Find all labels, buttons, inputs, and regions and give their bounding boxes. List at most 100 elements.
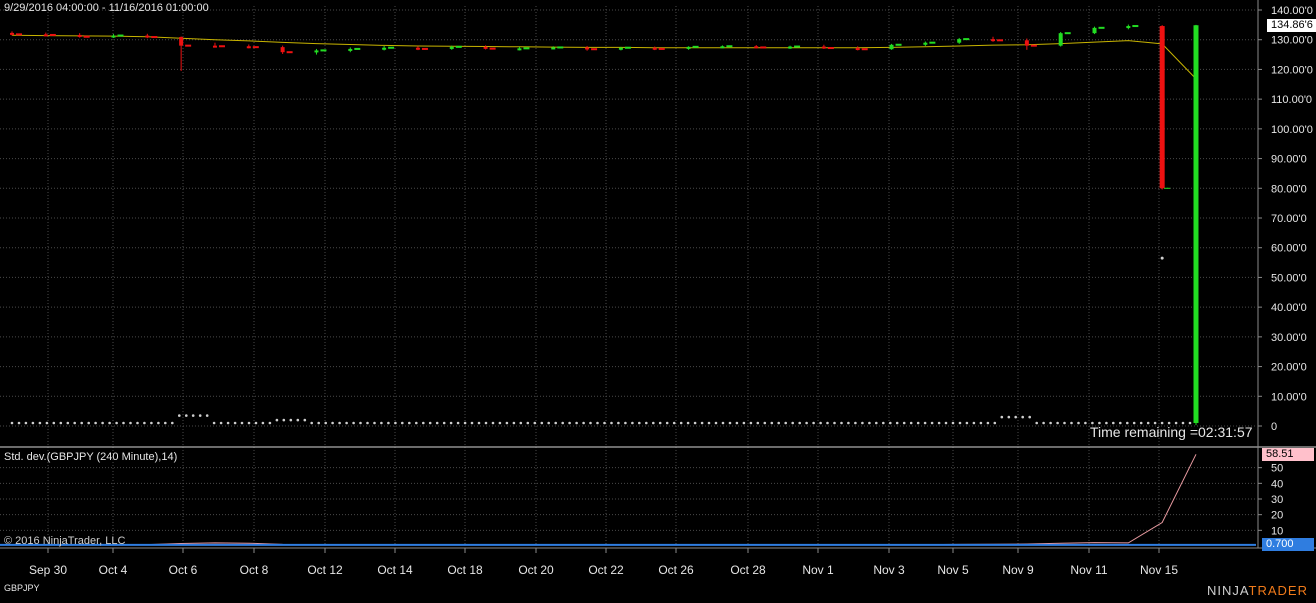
dot-142 <box>1000 415 1004 419</box>
candle-body-12 <box>415 47 420 50</box>
dot-74 <box>526 421 530 425</box>
date-range-label: 9/29/2016 04:00:00 - 11/16/2016 01:00:00 <box>4 2 209 14</box>
candle-body-34 <box>1159 26 1165 189</box>
dot-9 <box>73 421 76 425</box>
dot-97 <box>686 421 690 425</box>
last-price-badge: 134.86'6 <box>1266 18 1316 34</box>
price-panel[interactable] <box>10 24 1199 426</box>
dot-27 <box>198 414 202 417</box>
std-ytick-label-1: 40 <box>1271 478 1283 490</box>
dot-109 <box>770 421 774 425</box>
std-ytick-label-0: 50 <box>1271 463 1283 475</box>
candle-tick-3 <box>117 34 124 37</box>
xtick-label-11: Nov 1 <box>802 563 834 577</box>
dot-113 <box>798 421 801 425</box>
dot-80 <box>568 421 571 425</box>
dot-148 <box>1042 421 1045 425</box>
dot-66 <box>470 421 474 425</box>
candle-27 <box>923 41 936 46</box>
xtick-label-9: Oct 26 <box>658 563 694 577</box>
candle-33 <box>1126 24 1139 30</box>
dot-149 <box>1049 421 1052 425</box>
dot-24 <box>178 414 181 417</box>
candle-body-20 <box>686 46 691 49</box>
candle-tick-27 <box>929 41 936 44</box>
candle-tick-28 <box>963 38 970 41</box>
dot-94 <box>665 421 669 425</box>
candle-1 <box>43 32 56 37</box>
dot-77 <box>547 421 550 425</box>
stddev-last-value: 58.51 <box>1266 448 1294 461</box>
candle-body-27 <box>923 42 928 45</box>
dot-108 <box>763 421 767 425</box>
dot-7 <box>59 421 63 425</box>
dot-37 <box>268 421 272 425</box>
x-axis[interactable]: Sep 30 Oct 4 Oct 6 Oct 8 Oct 12 Oct 14 Oct 18 O… <box>29 548 1178 577</box>
stddev-last-value-badge: 58.51 <box>1262 448 1314 462</box>
candle-tick-29 <box>997 39 1004 42</box>
candle-tick-12 <box>421 47 428 50</box>
candle-tick-17 <box>591 48 598 51</box>
candle-tick-11 <box>388 46 395 49</box>
dot-103 <box>728 421 732 425</box>
candle-tick-10 <box>354 47 361 50</box>
dot-40 <box>289 418 293 422</box>
dot-6 <box>52 421 56 425</box>
dot-147 <box>1035 421 1038 425</box>
candle-tick-4 <box>151 36 158 39</box>
candle-4 <box>145 33 158 39</box>
dot-129 <box>909 421 913 425</box>
dot-22 <box>164 421 167 425</box>
grid-lines <box>0 6 1256 546</box>
chart-window: 140.00'0 130.00'0 120.00'0 110.00'0 100.00'0… <box>0 0 1316 598</box>
last-price-value: 134.86'6 <box>1271 19 1313 32</box>
dot-49 <box>352 421 355 425</box>
dot-128 <box>902 421 906 425</box>
dot-116 <box>819 421 822 425</box>
dot-134 <box>944 421 948 425</box>
dot-58 <box>415 421 418 425</box>
dot-59 <box>422 421 425 425</box>
dot-14 <box>108 421 111 425</box>
dot-79 <box>561 421 564 425</box>
dot-87 <box>617 421 620 425</box>
dot-99 <box>700 421 704 425</box>
candle-0 <box>10 31 22 36</box>
candle-body-8 <box>280 47 285 53</box>
brand-right: TRADER <box>1248 583 1308 598</box>
candle-body-10 <box>348 48 353 51</box>
candle-body-6 <box>212 45 217 48</box>
candle-17 <box>585 45 598 51</box>
candle-tick-20 <box>692 45 699 48</box>
dot-3 <box>31 421 35 425</box>
candle-body-26 <box>889 44 894 50</box>
dot-101 <box>714 421 718 425</box>
dot-48 <box>345 421 348 425</box>
xtick-label-5: Oct 14 <box>377 563 413 577</box>
dot-28 <box>205 414 209 417</box>
candle-11 <box>382 45 395 51</box>
dot-57 <box>408 421 411 425</box>
dot-123 <box>868 421 871 425</box>
dot-63 <box>449 421 453 425</box>
candle-tick-7 <box>252 46 259 49</box>
candle-body-25 <box>855 48 860 51</box>
xtick-label-3: Oct 8 <box>240 563 269 577</box>
candle-25 <box>855 46 868 51</box>
dot-0 <box>10 421 14 425</box>
candle-tick-8 <box>286 51 293 54</box>
dot-127 <box>895 421 899 425</box>
candle-tick-24 <box>827 47 834 50</box>
xtick-label-2: Oct 6 <box>169 563 198 577</box>
candle-12 <box>415 46 428 51</box>
dot-72 <box>512 421 516 425</box>
dot-133 <box>937 421 941 425</box>
candle-tick-1 <box>49 33 56 36</box>
dot-140 <box>986 421 990 425</box>
dot-110 <box>777 421 780 425</box>
dot-5 <box>45 421 49 425</box>
dot-68 <box>484 421 488 425</box>
candle-tick-23 <box>794 45 801 48</box>
dot-73 <box>519 421 523 425</box>
dot-120 <box>847 421 850 425</box>
